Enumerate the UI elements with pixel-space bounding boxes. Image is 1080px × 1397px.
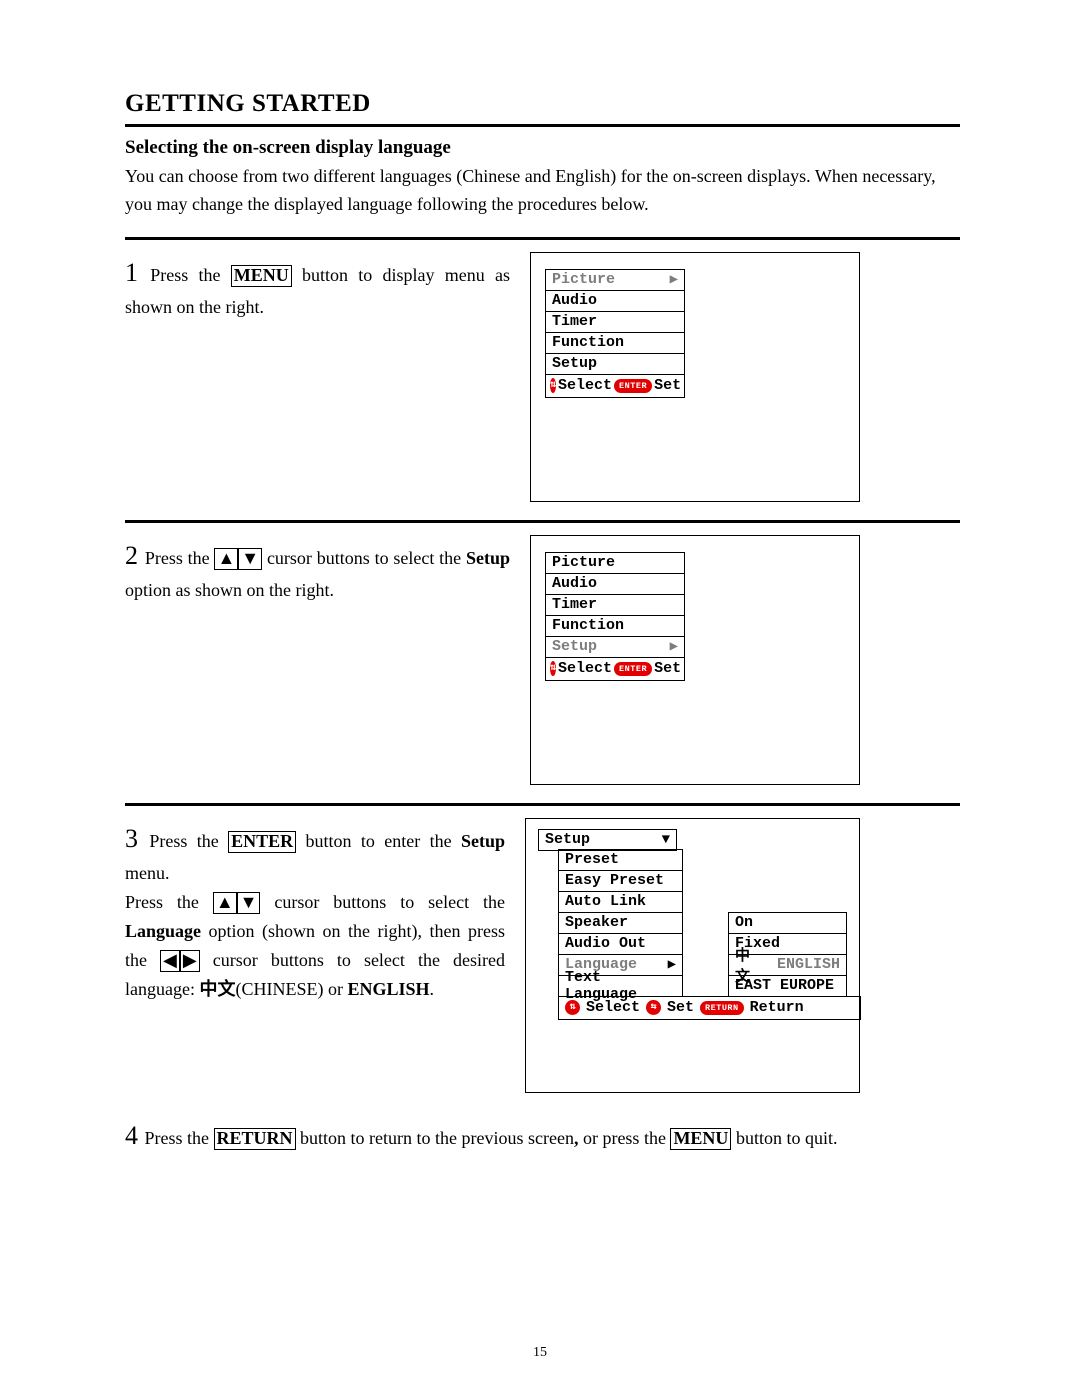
intro-text: You can choose from two different langua…	[125, 163, 960, 219]
enter-pill-icon: ENTER	[614, 662, 652, 676]
row-easy-preset[interactable]: Easy Preset	[558, 870, 683, 892]
osd-screen-1: Picture▶ Audio Timer Function Setup ⇅Sel…	[530, 252, 860, 502]
osd-footer: ⇅ Select ⇆ Set RETURN Return	[558, 996, 861, 1020]
step-1: 1 Press the MENU button to display menu …	[125, 252, 960, 502]
val-speaker: On	[728, 912, 847, 934]
select-label: Select	[558, 377, 612, 394]
rule	[125, 124, 960, 127]
step-number: 1	[125, 258, 138, 287]
text: cursor buttons to select the	[262, 548, 466, 568]
menu-item-timer[interactable]: Timer	[545, 311, 685, 332]
menu-item-setup[interactable]: Setup	[545, 353, 685, 374]
text: button to return to the previous screen	[296, 1128, 574, 1148]
step-number: 2	[125, 541, 138, 570]
menu-item-function[interactable]: Function	[545, 332, 685, 353]
text: cursor buttons to select the	[260, 892, 505, 912]
left-arrow-box: ◀	[160, 950, 180, 972]
row-audio-out[interactable]: Audio Out	[558, 933, 683, 955]
val-text-language: EAST EUROPE	[728, 975, 847, 997]
set-label: Set	[654, 377, 681, 394]
row-auto-link[interactable]: Auto Link	[558, 891, 683, 913]
down-arrow-box: ▼	[237, 892, 261, 914]
menu-header-setup: Setup ▼	[538, 829, 677, 851]
menu-item-picture[interactable]: Picture▶	[545, 269, 685, 290]
text: Press the	[125, 892, 213, 912]
osd-footer: ⇅Select ENTERSet	[545, 374, 685, 398]
menu-button-label: MENU	[231, 265, 292, 287]
horizontal-nav-icon: ⇆	[646, 1000, 661, 1015]
rule	[125, 237, 960, 240]
set-label: Set	[654, 660, 681, 677]
text: or press the	[578, 1128, 670, 1148]
right-arrow-box: ▶	[180, 950, 200, 972]
text-bold: 中文	[199, 979, 235, 999]
down-arrow-icon: ▼	[662, 832, 670, 848]
osd-screen-2: Picture Audio Timer Function Setup▶ ⇅Sel…	[530, 535, 860, 785]
row-text-language[interactable]: Text Language	[558, 975, 683, 997]
menu-item-audio[interactable]: Audio	[545, 573, 685, 594]
text: button to quit.	[731, 1128, 837, 1148]
text: .	[430, 979, 435, 999]
text: button to enter the	[296, 831, 461, 851]
text: option as shown on the right.	[125, 580, 334, 600]
right-arrow-icon: ▶	[670, 638, 678, 655]
select-label: Select	[558, 660, 612, 677]
text-bold: Setup	[466, 548, 510, 568]
set-label: Set	[667, 999, 694, 1016]
text: Press the	[145, 548, 215, 568]
up-arrow-box: ▲	[214, 548, 238, 570]
osd-menu: Picture▶ Audio Timer Function Setup ⇅Sel…	[545, 269, 685, 398]
step-number: 3	[125, 824, 138, 853]
menu-item-audio[interactable]: Audio	[545, 290, 685, 311]
text-bold: Language	[125, 921, 201, 941]
return-button-label: RETURN	[214, 1128, 296, 1150]
text: or	[323, 979, 347, 999]
section-title: Selecting the on-screen display language	[125, 137, 960, 159]
vertical-nav-icon: ⇅	[565, 1000, 580, 1015]
setup-grid: Preset Easy Preset Auto Link Speaker On A…	[558, 850, 847, 997]
step-number: 4	[125, 1121, 138, 1150]
step-2: 2 Press the ▲▼ cursor buttons to select …	[125, 535, 960, 785]
text: (CHINESE)	[235, 979, 323, 999]
right-arrow-icon: ▶	[670, 271, 678, 288]
return-pill-icon: RETURN	[700, 1001, 744, 1015]
step-3: 3 Press the ENTER button to enter the Se…	[125, 818, 960, 1093]
page-number: 15	[0, 1345, 1080, 1361]
menu-item-timer[interactable]: Timer	[545, 594, 685, 615]
rule	[125, 803, 960, 806]
row-preset[interactable]: Preset	[558, 849, 683, 871]
osd-footer: ⇅Select ENTERSet	[545, 657, 685, 681]
text: Press the	[150, 265, 231, 285]
text-bold: ENGLISH	[347, 979, 429, 999]
up-arrow-box: ▲	[213, 892, 237, 914]
menu-button-label: MENU	[670, 1128, 731, 1150]
enter-button-label: ENTER	[228, 831, 296, 853]
row-speaker[interactable]: Speaker	[558, 912, 683, 934]
osd-menu: Picture Audio Timer Function Setup▶ ⇅Sel…	[545, 552, 685, 681]
step-4: 4 Press the RETURN button to return to t…	[125, 1115, 960, 1157]
vertical-nav-icon: ⇅	[550, 661, 556, 676]
osd-screen-3: Setup ▼ Preset Easy Preset Auto Link Spe…	[525, 818, 860, 1093]
down-arrow-box: ▼	[238, 548, 262, 570]
enter-pill-icon: ENTER	[614, 379, 652, 393]
menu-item-function[interactable]: Function	[545, 615, 685, 636]
text: Press the	[149, 831, 228, 851]
text: menu.	[125, 863, 170, 883]
return-label: Return	[750, 999, 804, 1016]
menu-item-setup[interactable]: Setup▶	[545, 636, 685, 657]
select-label: Select	[586, 999, 640, 1016]
text: Press the	[145, 1128, 214, 1148]
page-title: GETTING STARTED	[125, 90, 960, 118]
val-language[interactable]: 中文 ENGLISH	[728, 954, 847, 976]
vertical-nav-icon: ⇅	[550, 378, 556, 393]
rule	[125, 520, 960, 523]
menu-item-picture[interactable]: Picture	[545, 552, 685, 573]
text-bold: Setup	[461, 831, 505, 851]
